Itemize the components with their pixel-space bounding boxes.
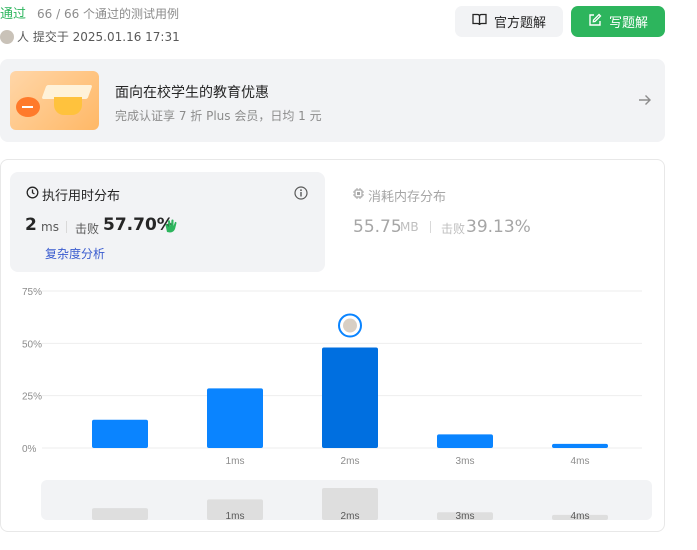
submission-detail: 通过 66 / 66 个通过的测试用例 人 提交于 2025.01.16 17:… — [0, 0, 697, 550]
y-tick-label: 25% — [22, 392, 42, 403]
y-tick-label: 75% — [22, 287, 42, 298]
bar-selected[interactable] — [322, 347, 378, 448]
avatar — [343, 318, 357, 333]
x-tick-label: 3ms — [456, 456, 475, 467]
x-tick-label: 2ms — [341, 456, 360, 467]
bar[interactable] — [552, 443, 608, 448]
y-tick-label: 50% — [22, 339, 42, 350]
x-tick-label: 1ms — [226, 456, 245, 467]
y-tick-label: 0% — [22, 444, 37, 455]
x-tick-label: 4ms — [571, 456, 590, 467]
bar[interactable] — [437, 434, 493, 448]
runtime-distribution-chart[interactable]: 0% 25% 50% 75% 1ms 2ms 3ms 4ms — [0, 0, 697, 550]
bar[interactable] — [92, 419, 148, 448]
chart-range-navigator[interactable] — [41, 480, 652, 520]
bar[interactable] — [207, 388, 263, 448]
